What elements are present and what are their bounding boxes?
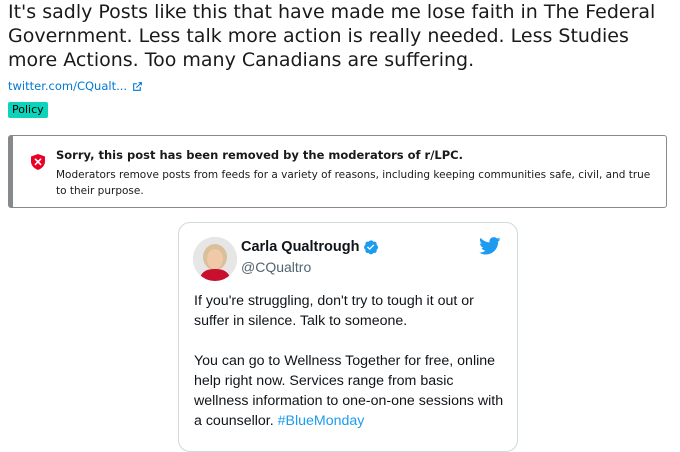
tweet-author-name-text[interactable]: Carla Qualtrough: [241, 239, 359, 255]
removed-notice: Sorry, this post has been removed by the…: [8, 135, 667, 208]
hashtag-link[interactable]: #BlueMonday: [278, 413, 365, 429]
post-flair[interactable]: Policy: [8, 102, 48, 118]
tweet-paragraph-2: You can go to Wellness Together for free…: [194, 351, 509, 431]
external-link[interactable]: twitter.com/CQualt...: [8, 78, 143, 94]
post-title[interactable]: It's sadly Posts like this that have mad…: [8, 0, 672, 72]
shield-x-icon: [31, 154, 45, 170]
external-link-icon: [133, 81, 142, 91]
verified-badge-icon: [364, 240, 379, 255]
avatar[interactable]: [193, 237, 237, 281]
twitter-bird-icon[interactable]: [479, 237, 501, 255]
external-link-text[interactable]: twitter.com/CQualt...: [8, 79, 127, 93]
tweet-author-handle[interactable]: @CQualtro: [241, 259, 311, 275]
avatar-image: [193, 237, 237, 281]
tweet-author-name[interactable]: Carla Qualtrough: [241, 239, 379, 255]
tweet-text: If you're struggling, don't try to tough…: [194, 291, 509, 451]
tweet-paragraph-1: If you're struggling, don't try to tough…: [194, 293, 474, 329]
removed-notice-body: Moderators remove posts from feeds for a…: [56, 169, 651, 197]
removed-notice-heading: Sorry, this post has been removed by the…: [56, 148, 463, 162]
embedded-tweet[interactable]: Carla Qualtrough @CQualtro If you're str…: [178, 222, 518, 452]
